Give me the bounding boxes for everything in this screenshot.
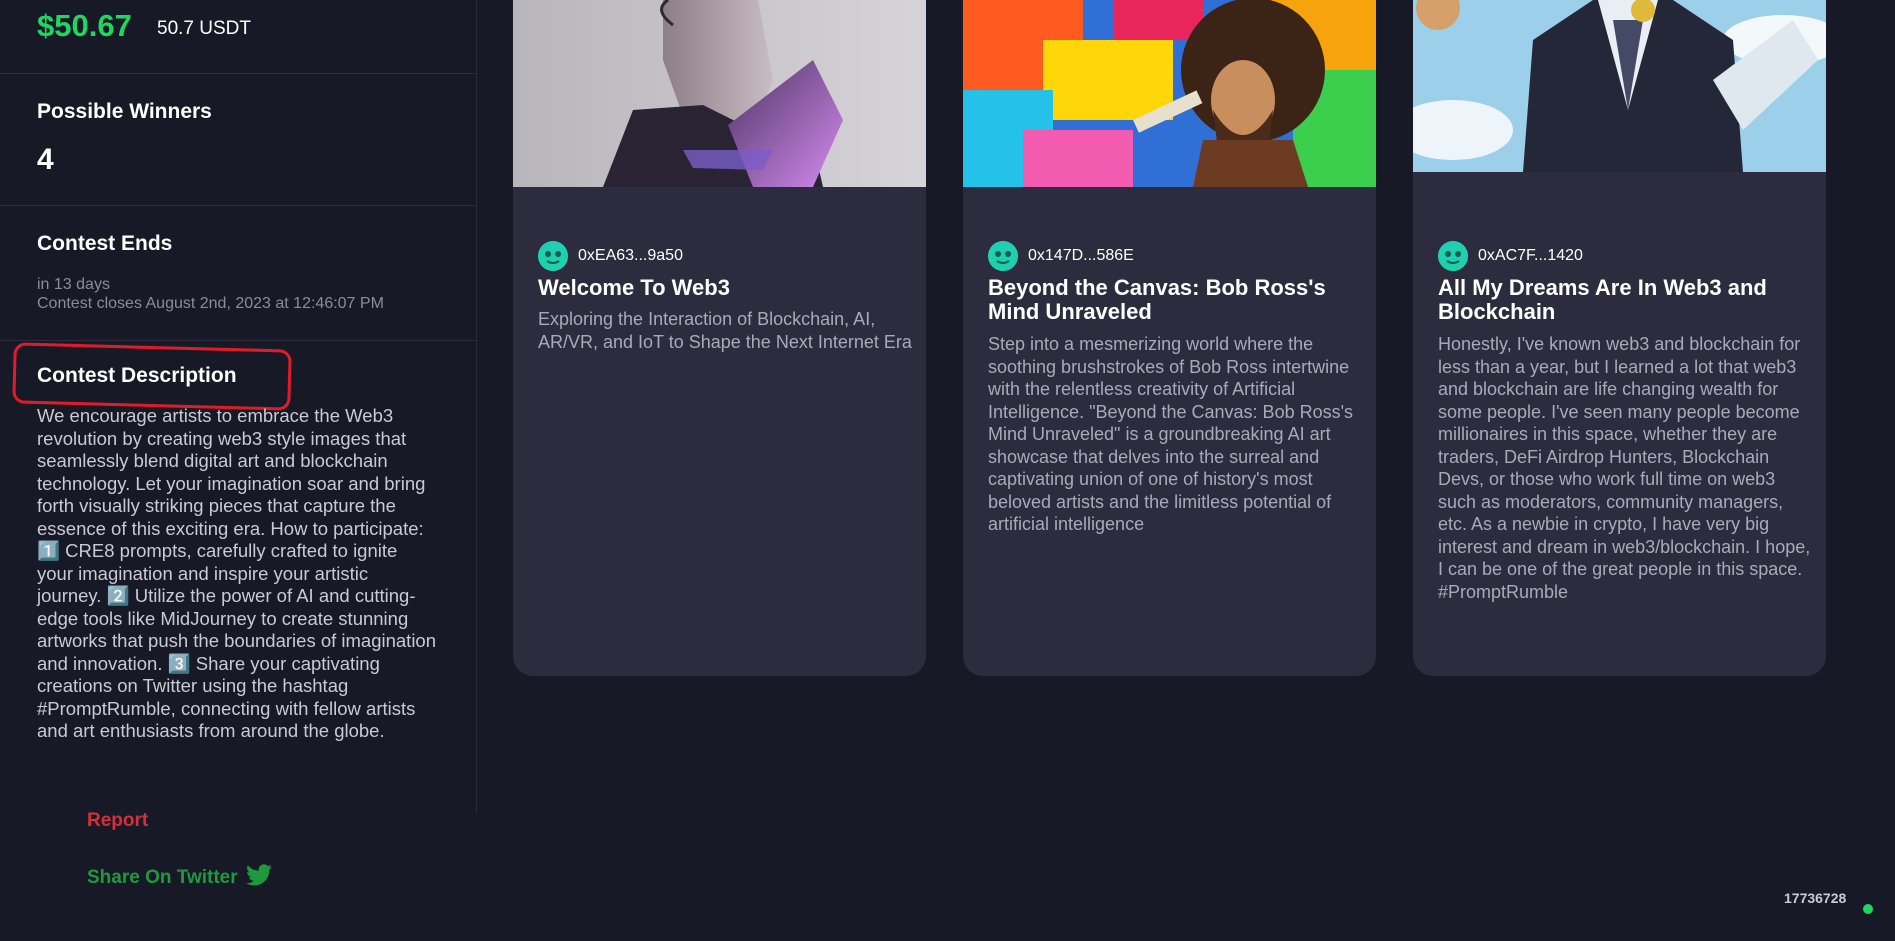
card-title: Welcome To Web3: [538, 275, 730, 300]
avatar-icon: [1438, 241, 1468, 271]
divider: [0, 340, 476, 341]
possible-winners-label: Possible Winners: [37, 100, 212, 123]
submission-card[interactable]: 0xAC7F...1420 All My Dreams Are In Web3 …: [1413, 0, 1826, 676]
contest-ends-label: Contest Ends: [37, 232, 173, 255]
card-description: Step into a mesmerizing world where the …: [988, 334, 1354, 534]
card-author-address: 0xAC7F...1420: [1478, 247, 1583, 264]
prize-token-value: 50.7 USDT: [157, 18, 251, 39]
submission-card[interactable]: 0xEA63...9a50 Welcome To Web3 Exploring …: [513, 0, 926, 676]
card-author[interactable]: 0xEA63...9a50: [538, 241, 683, 271]
card-description: Exploring the Interaction of Blockchain,…: [538, 309, 912, 352]
share-on-twitter-button[interactable]: Share On Twitter: [87, 864, 272, 892]
card-author-address: 0x147D...586E: [1028, 247, 1134, 264]
divider: [0, 205, 476, 206]
contest-description-text: We encourage artists to embrace the Web3…: [37, 405, 437, 741]
report-button[interactable]: Report: [87, 810, 148, 832]
card-author-address: 0xEA63...9a50: [578, 247, 683, 264]
contest-ends-exact: Contest closes August 2nd, 2023 at 12:46…: [37, 295, 384, 312]
avatar-icon: [538, 241, 568, 271]
man-in-suit-portrait-image: [1413, 0, 1826, 172]
share-on-twitter-label: Share On Twitter: [87, 867, 238, 888]
card-author[interactable]: 0x147D...586E: [988, 241, 1134, 271]
divider: [0, 73, 476, 74]
contest-sidebar: $50.67 50.7 USDT Possible Winners 4 Cont…: [0, 0, 477, 813]
colorful-painter-portrait-image: [963, 0, 1376, 187]
card-title: Beyond the Canvas: Bob Ross's Mind Unrav…: [988, 275, 1326, 324]
contest-ends-relative: in 13 days: [37, 276, 110, 293]
card-author[interactable]: 0xAC7F...1420: [1438, 241, 1583, 271]
contest-description-label: Contest Description: [37, 364, 237, 387]
block-number: 17736728: [1784, 890, 1847, 906]
card-description: Honestly, I've known web3 and blockchain…: [1438, 334, 1811, 602]
possible-winners-value: 4: [37, 143, 54, 176]
twitter-bird-icon: [245, 864, 272, 892]
prize-usd-value: $50.67: [37, 8, 132, 43]
purple-robot-portrait-image: [513, 0, 926, 187]
submission-card[interactable]: 0x147D...586E Beyond the Canvas: Bob Ros…: [963, 0, 1376, 676]
avatar-icon: [988, 241, 1018, 271]
status-indicator-icon: [1863, 904, 1873, 914]
card-title: All My Dreams Are In Web3 and Blockchain: [1438, 275, 1767, 324]
